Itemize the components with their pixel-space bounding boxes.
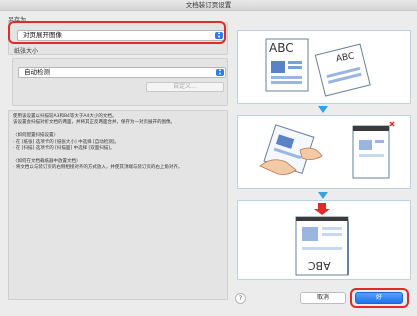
step2-illustration <box>237 115 411 189</box>
custom-size-button[interactable]: 自定义... <box>146 82 224 92</box>
insert-document-icon <box>259 121 395 179</box>
settings-panel: 另存为 对页展开图像 ▴ ▾ 纸张大小 自动检测 ▴ ▾ 自定义... 使用该设置以… <box>4 12 228 300</box>
down-arrow-icon <box>318 192 328 199</box>
step1-abc-left: ABC <box>269 41 294 55</box>
help-button[interactable]: ? <box>235 293 246 304</box>
paper-size-group: 自动检测 ▴ ▾ 自定义... <box>12 58 228 106</box>
paper-size-value: 自动检测 <box>24 68 50 76</box>
chevron-updown-icon: ▴ ▾ <box>216 68 224 76</box>
step3-abc: ABC <box>308 259 331 272</box>
illustration-panel: ABC ABC ABC <box>237 14 411 282</box>
step1-illustration: ABC ABC <box>237 30 411 104</box>
window-title: 文档装订页设置 <box>185 1 232 9</box>
window-titlebar: 文档装订页设置 <box>0 0 417 11</box>
down-arrow-icon <box>318 106 328 113</box>
paper-size-label: 纸张大小 <box>14 48 39 55</box>
ok-highlight <box>350 288 409 308</box>
cancel-button[interactable]: 取消 <box>300 292 346 304</box>
save-as-highlight <box>8 21 226 44</box>
step3-illustration: ABC <box>237 200 411 280</box>
description-panel: 使用该设置以扫描较A3和B4等大于A4大小的文档。 该设置会扫描对折文档的两面，… <box>8 110 228 300</box>
description-line: · 将文档以与装订页的右侧相接对齐的方式放入，并使其顶端与装订页的右上角对齐。 <box>13 165 183 171</box>
paper-size-select[interactable]: 自动检测 ▴ ▾ <box>18 67 226 78</box>
folded-document-icon <box>265 38 371 97</box>
